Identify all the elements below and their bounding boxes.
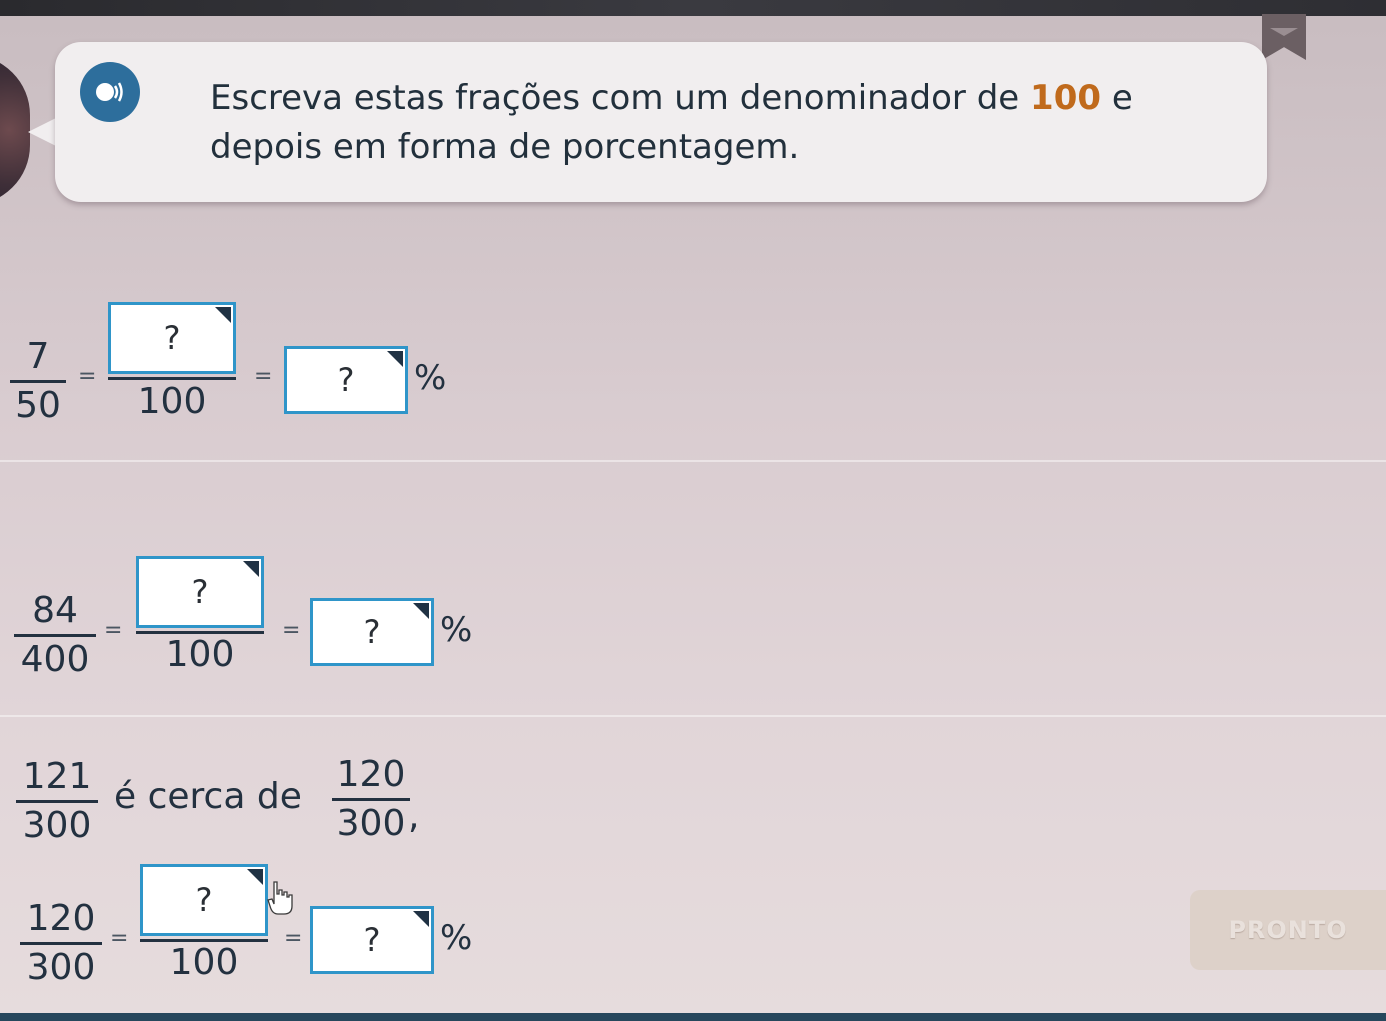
problem-1-fraction: 7 50 xyxy=(10,336,66,427)
fraction-denominator: 300 xyxy=(22,805,92,846)
target-denominator: 100 xyxy=(140,942,268,984)
input-placeholder: ? xyxy=(363,921,381,959)
fraction-numerator: 7 xyxy=(26,336,50,377)
input-placeholder: ? xyxy=(195,881,213,919)
approx-round-fraction: 120 300 xyxy=(332,754,410,845)
fraction-numerator: 121 xyxy=(22,756,92,797)
equals-sign: = xyxy=(282,618,301,643)
fraction-bar xyxy=(10,380,66,383)
percent-sign: % xyxy=(414,358,447,398)
percent-sign: % xyxy=(440,918,473,958)
target-denominator: 100 xyxy=(136,634,264,676)
row-divider xyxy=(0,460,1386,462)
fraction-denominator: 400 xyxy=(20,639,90,680)
fraction-numerator: 120 xyxy=(26,898,96,939)
problem-3-fraction: 120 300 xyxy=(20,898,102,989)
input-placeholder: ? xyxy=(163,319,181,357)
fraction-bar xyxy=(108,377,236,380)
bookmark-icon[interactable] xyxy=(1262,14,1306,60)
dropdown-corner-icon xyxy=(243,561,259,577)
fraction-denominator: 300 xyxy=(336,803,406,844)
problem-2-numerator-input[interactable]: ? xyxy=(136,556,264,628)
input-placeholder: ? xyxy=(191,573,209,611)
row-divider xyxy=(0,715,1386,717)
problem-3-percent-input[interactable]: ? xyxy=(310,906,434,974)
fraction-bar xyxy=(20,942,102,945)
approx-fraction: 121 300 xyxy=(16,756,98,847)
dropdown-corner-icon xyxy=(413,603,429,619)
top-bar xyxy=(0,0,1386,16)
dropdown-corner-icon xyxy=(413,911,429,927)
equals-sign: = xyxy=(104,618,123,643)
dropdown-corner-icon xyxy=(387,351,403,367)
dropdown-corner-icon xyxy=(215,307,231,323)
approx-comma: , xyxy=(408,796,420,837)
instruction-highlight: 100 xyxy=(1030,78,1102,118)
bottom-bar xyxy=(0,1013,1386,1021)
character-avatar xyxy=(0,55,30,205)
speaker-icon xyxy=(96,82,123,102)
fraction-numerator: 84 xyxy=(32,590,78,631)
approx-text: é cerca de xyxy=(114,776,302,817)
equals-sign: = xyxy=(110,926,129,951)
denominator-100: 100 xyxy=(169,942,239,983)
problem-2-percent-input[interactable]: ? xyxy=(310,598,434,666)
equals-sign: = xyxy=(78,364,97,389)
denominator-100: 100 xyxy=(165,634,235,675)
instruction-part1: Escreva estas frações com um denominador… xyxy=(210,78,1031,118)
done-button[interactable]: PRONTO xyxy=(1190,890,1386,970)
fraction-bar xyxy=(16,800,98,803)
target-denominator: 100 xyxy=(108,381,236,423)
equals-sign: = xyxy=(284,926,303,951)
problem-2-fraction: 84 400 xyxy=(14,590,96,681)
denominator-100: 100 xyxy=(137,381,207,422)
instruction-text: Escreva estas frações com um denominador… xyxy=(210,74,1230,172)
fraction-bar xyxy=(332,798,410,801)
hand-cursor-icon xyxy=(267,881,293,915)
fraction-denominator: 50 xyxy=(15,385,61,426)
speaker-button[interactable] xyxy=(80,62,140,122)
percent-sign: % xyxy=(440,610,473,650)
problem-1-percent-input[interactable]: ? xyxy=(284,346,408,414)
input-placeholder: ? xyxy=(363,613,381,651)
equals-sign: = xyxy=(254,364,273,389)
input-placeholder: ? xyxy=(337,361,355,399)
fraction-numerator: 120 xyxy=(336,754,406,795)
problem-3-numerator-input[interactable]: ? xyxy=(140,864,268,936)
fraction-bar xyxy=(14,634,96,637)
dropdown-corner-icon xyxy=(247,869,263,885)
fraction-denominator: 300 xyxy=(26,947,96,988)
problem-1-numerator-input[interactable]: ? xyxy=(108,302,236,374)
